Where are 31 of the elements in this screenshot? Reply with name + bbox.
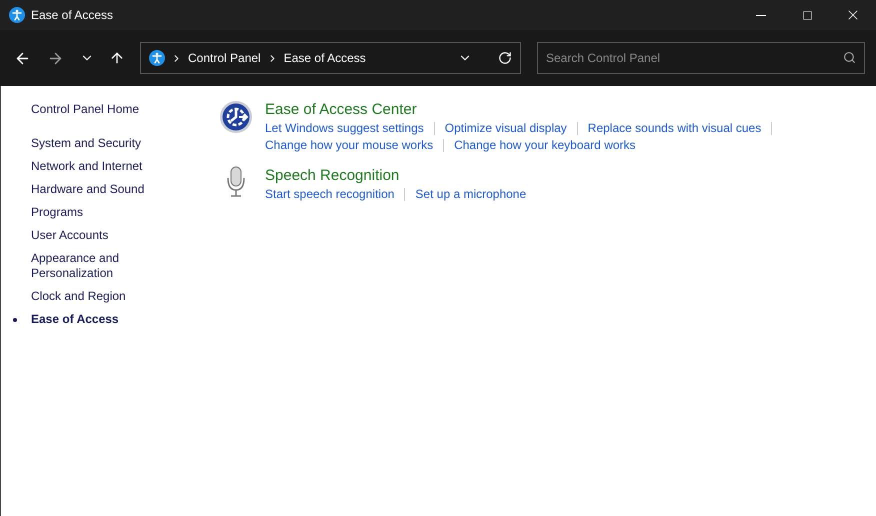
search-icon	[843, 51, 856, 64]
task-link[interactable]: Change how your mouse works	[265, 137, 434, 154]
sidebar-link[interactable]: Control Panel Home	[31, 100, 140, 118]
accessibility-icon	[149, 50, 165, 66]
task-link[interactable]: Start speech recognition	[265, 186, 394, 203]
window-title: Ease of Access	[31, 7, 114, 24]
task-link[interactable]: Replace sounds with visual cues	[588, 120, 762, 137]
sidebar-item[interactable]: Appearance and Personalization	[31, 251, 161, 281]
category-title[interactable]: Speech Recognition	[265, 166, 400, 186]
accessibility-dial-icon	[219, 100, 253, 134]
category-title[interactable]: Ease of Access Center	[265, 100, 417, 120]
sidebar-item[interactable]: Ease of Access	[31, 312, 161, 327]
search-field[interactable]: Search Control Panel	[537, 42, 865, 74]
sidebar-item[interactable]: System and Security	[31, 136, 161, 151]
address-bar[interactable]: Control Panel Ease of Access	[140, 42, 521, 74]
task-link[interactable]: Optimize visual display	[444, 120, 567, 137]
minimize-icon	[756, 14, 766, 16]
maximize-icon	[802, 10, 812, 20]
sidebar-item[interactable]: Network and Internet	[31, 159, 161, 174]
microphone-icon	[225, 166, 247, 198]
sidebar-item[interactable]: User Accounts	[31, 228, 161, 243]
breadcrumb[interactable]: Ease of Access	[284, 49, 366, 67]
task-link[interactable]: Change how your keyboard works	[454, 137, 636, 154]
sidebar-item[interactable]: Clock and Region	[31, 289, 161, 304]
sidebar-item[interactable]: Programs	[31, 205, 161, 220]
breadcrumb[interactable]: Control Panel	[188, 49, 261, 67]
accessibility-icon	[9, 7, 25, 23]
sidebar-item[interactable]: Hardware and Sound	[31, 182, 161, 197]
refresh-icon[interactable]	[498, 51, 512, 65]
task-link[interactable]: Let Windows suggest settings	[265, 120, 424, 137]
task-link[interactable]: Set up a microphone	[415, 186, 526, 203]
